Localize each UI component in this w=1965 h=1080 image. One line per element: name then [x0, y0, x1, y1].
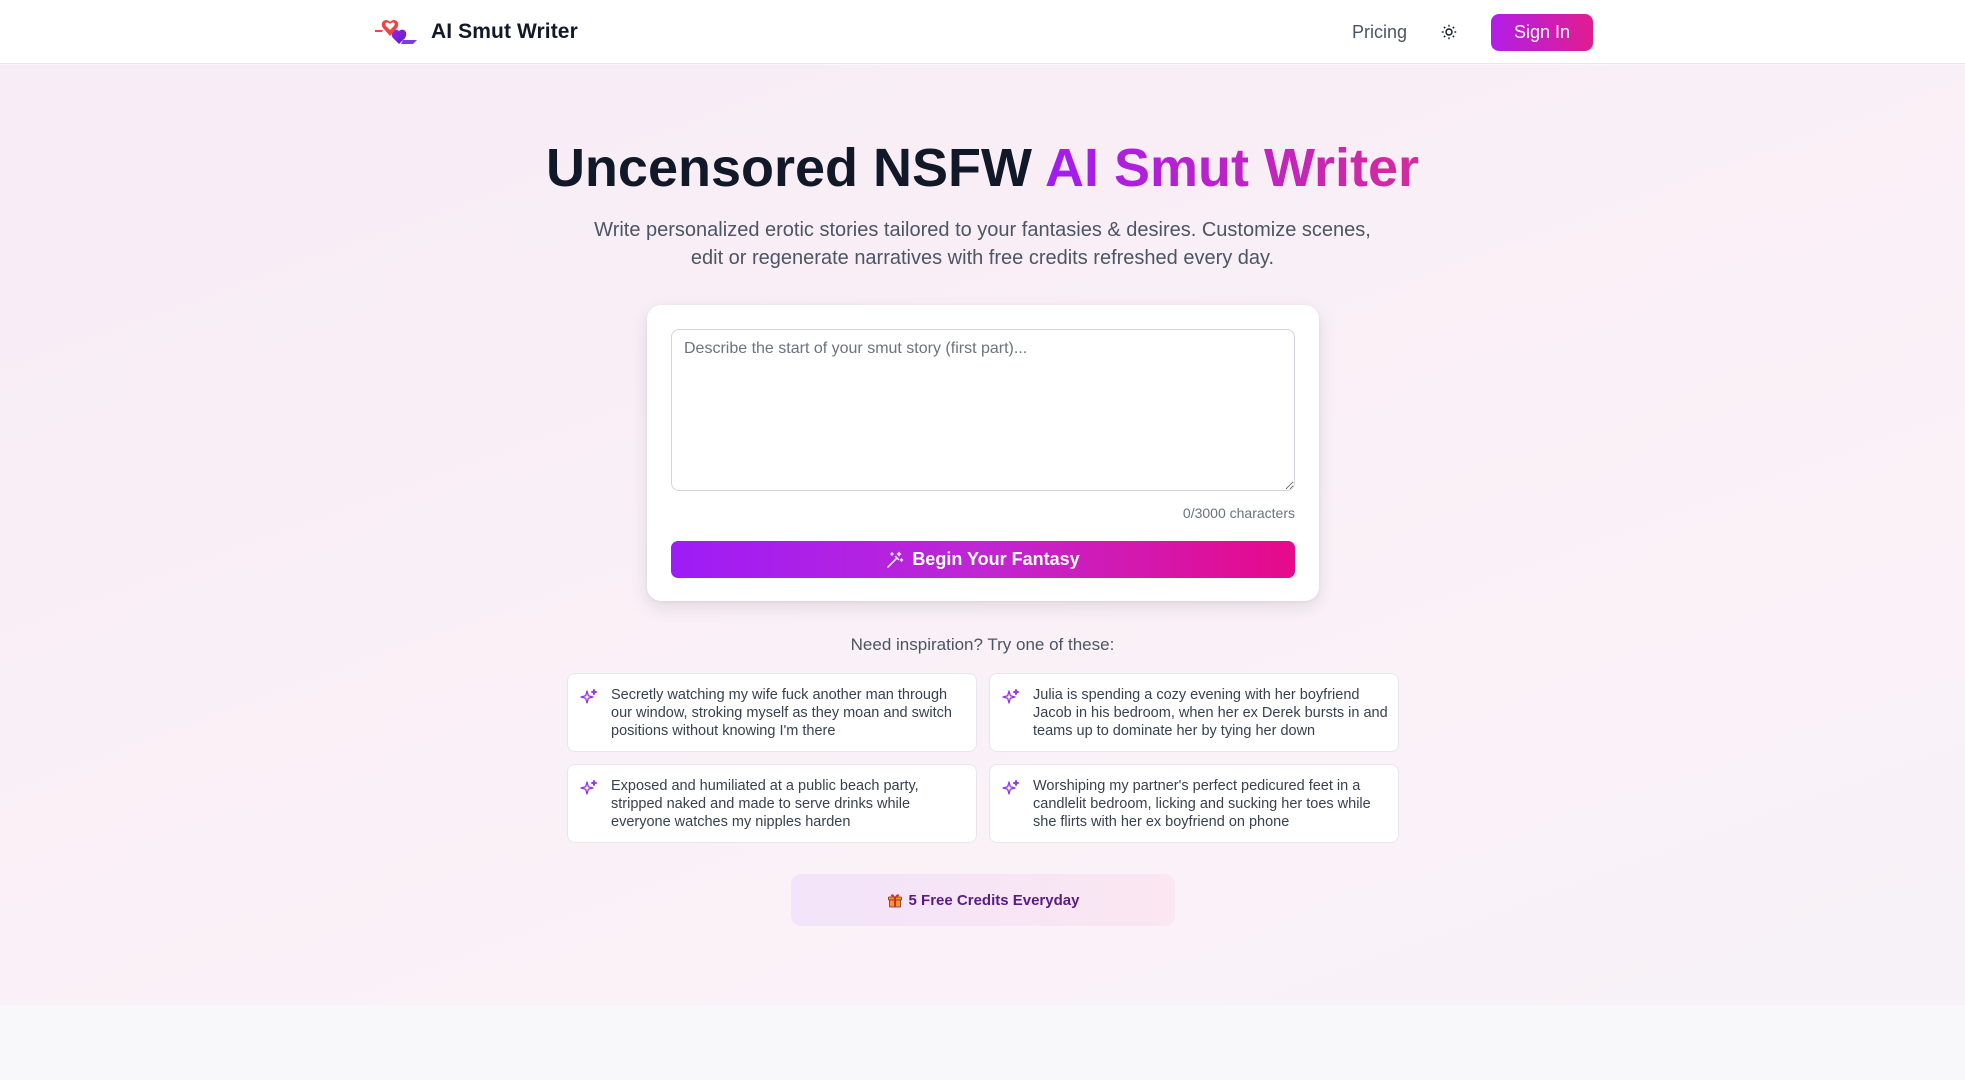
brand[interactable]: AI Smut Writer [373, 16, 578, 48]
begin-fantasy-label: Begin Your Fantasy [912, 549, 1080, 569]
brand-name: AI Smut Writer [431, 20, 578, 43]
suggestion-text: Julia is spending a cozy evening with he… [1033, 687, 1388, 739]
nav-pricing-link[interactable]: Pricing [1352, 22, 1407, 43]
theme-toggle-button[interactable] [1439, 22, 1459, 42]
title-accent: AI Smut Writer [1045, 138, 1420, 198]
page-subtitle: Write personalized erotic stories tailor… [594, 219, 1371, 269]
story-prompt-input[interactable] [671, 329, 1295, 491]
sun-icon [1441, 24, 1457, 40]
page-title: Uncensored NSFW AI Smut Writer [0, 136, 1965, 200]
suggestion-text: Secretly watching my wife fuck another m… [611, 687, 952, 739]
title-main: Uncensored NSFW [545, 138, 1045, 198]
suggestion-card[interactable]: Exposed and humiliated at a public beach… [567, 764, 977, 843]
sparkles-icon [580, 688, 598, 704]
suggestion-card[interactable]: Worshiping my partner's perfect pedicure… [989, 764, 1399, 843]
sparkles-icon [1002, 688, 1020, 704]
inspiration-heading: Need inspiration? Try one of these: [850, 635, 1115, 654]
suggestion-card[interactable]: Julia is spending a cozy evening with he… [989, 673, 1399, 752]
suggestion-grid: Secretly watching my wife fuck another m… [567, 673, 1399, 843]
free-credits-label: 5 Free Credits Everyday [908, 891, 1080, 909]
story-composer-card: 0/3000 characters Begin Your Fantasy [647, 305, 1319, 601]
header-container: AI Smut Writer Pricing Sign In [373, 0, 1593, 64]
sign-in-button[interactable]: Sign In [1491, 13, 1593, 51]
sparkles-icon [1002, 779, 1020, 795]
begin-fantasy-button[interactable]: Begin Your Fantasy [671, 541, 1295, 578]
character-count: 0/3000 characters [1182, 505, 1295, 521]
sparkles-icon [580, 779, 598, 795]
free-credits-banner: 5 Free Credits Everyday [791, 874, 1175, 926]
suggestion-text: Exposed and humiliated at a public beach… [611, 778, 919, 830]
suggestion-text: Worshiping my partner's perfect pedicure… [1033, 778, 1371, 830]
suggestion-card[interactable]: Secretly watching my wife fuck another m… [567, 673, 977, 752]
nav-links: Pricing Sign In [1352, 13, 1593, 51]
hearts-logo-icon [375, 19, 417, 44]
gift-icon [887, 894, 902, 908]
top-nav-bar: AI Smut Writer Pricing Sign In [0, 0, 1965, 64]
magic-wand-icon [887, 551, 904, 568]
